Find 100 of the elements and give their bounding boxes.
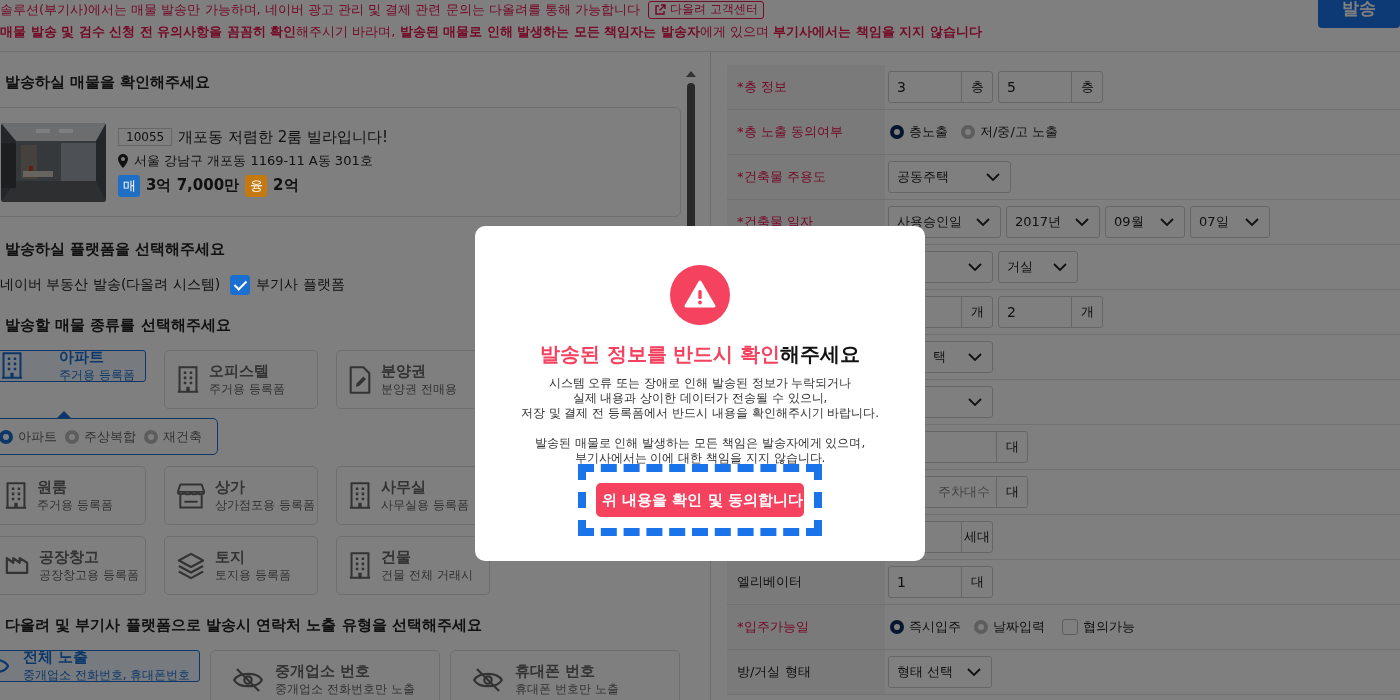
property-type-name: 아파트: [59, 348, 106, 367]
unit-label: 대: [996, 477, 1027, 507]
section-title: 발송할 매물 종류를 선택해주세요: [4, 315, 232, 335]
dialog-message: 시스템 오류 또는 장애로 인해 발송된 정보가 누락되거나 실제 내용과 상이한 데이터가 전송될 수 있으니, 저장 및 결제 전 등록폼에서 반드시 내용을 확인해주시기 바랍니다.: [520, 376, 880, 421]
price-tag: 융: [245, 174, 268, 197]
unit-label: 대: [996, 432, 1027, 462]
price-value: 2억: [273, 176, 299, 195]
property-type-card[interactable]: 공장창고 공장창고용 등록폼: [0, 536, 146, 595]
contact-option-card[interactable]: 전체 노출 중개업소 전화번호, 휴대폰번호: [0, 650, 200, 682]
property-type-name: 오피스텔: [209, 361, 270, 381]
number-field[interactable]: 1 대: [888, 566, 993, 598]
property-type-card[interactable]: 상가 상가점포용 등록폼: [164, 466, 318, 525]
property-type-card[interactable]: 건물 건물 전체 거래시: [336, 536, 490, 595]
select-dropdown[interactable]: 07일: [1190, 206, 1271, 238]
field-value: 1: [897, 574, 906, 590]
property-type-caption: 토지용 등록폼: [215, 566, 291, 584]
property-type-caption: 주거용 등록폼: [59, 367, 135, 384]
price-tag: 매: [118, 174, 140, 197]
section-title: 다올려 및 부기사 플랫폼으로 발송시 연락처 노출 유형을 선택해주세요: [4, 615, 483, 635]
form-label: *건축물 일자: [737, 213, 813, 231]
select-dropdown[interactable]: 2017년: [1006, 206, 1101, 238]
property-type-name: 공장창고: [39, 547, 100, 567]
property-type-caption: 상가점포용 등록폼: [215, 496, 315, 514]
section-title: 발송하실 매물을 확인해주세요: [4, 72, 212, 92]
listing-id: 10055: [118, 128, 173, 146]
radio-label: 재건축: [163, 427, 202, 446]
form-label: 방/거실 형태: [737, 663, 811, 681]
select-value: 2017년: [1015, 213, 1062, 231]
property-type-name: 상가: [215, 477, 246, 497]
property-type-card[interactable]: 오피스텔 주거용 등록폼: [164, 350, 318, 409]
select-value: 사용승인일: [897, 213, 962, 231]
contact-option-card[interactable]: 휴대폰 번호 휴대폰 번호만 노출: [450, 650, 680, 700]
contact-option-card[interactable]: 중개업소 번호 중개업소 전화번호만 노출: [210, 650, 440, 700]
property-type-caption: 공장창고용 등록폼: [39, 566, 139, 584]
field-value: 2: [1007, 304, 1016, 320]
form-label: *층 노출 동의여부: [737, 123, 843, 141]
listing-card[interactable]: 10055 개포동 저렴한 2룸 빌라입니다! 서울 강남구 개포동 1169-11 A동 301호 매 3억 7,000만 융 2억: [0, 107, 681, 217]
number-field[interactable]: 3 층: [888, 71, 993, 103]
select-dropdown[interactable]: 09월: [1105, 206, 1186, 238]
unit-label: 세대: [961, 522, 992, 552]
checkbox-label: 부기사 플랫폼: [256, 276, 345, 294]
contact-option-name: 휴대폰 번호: [515, 662, 597, 681]
property-type-caption: 분양권 전매용: [381, 380, 457, 398]
contact-option-caption: 중개업소 전화번호만 노출: [275, 681, 415, 698]
form-label: 엘리베이터: [737, 573, 802, 591]
customer-center-link[interactable]: 다올려 고객센터: [648, 0, 764, 19]
property-type-name: 건물: [381, 547, 412, 567]
send-button[interactable]: 발송: [1318, 0, 1400, 28]
field-value: 3: [897, 79, 906, 95]
number-field[interactable]: 2 개: [998, 296, 1103, 328]
property-type-caption: 주거용 등록폼: [209, 380, 285, 398]
property-type-name: 분양권: [381, 361, 427, 381]
field-value: 5: [1007, 79, 1016, 95]
notice-text: 매물 발송 및 검수 신청 전 유의사항을 꼼꼼히 확인해주시기 바라며, 발송된 매물로 인해 발생하는 모든 책임자는 발송자에게 있으며 부기사에서는 책임을 지지 않습니다: [0, 22, 982, 41]
form-label: *입주가능일: [737, 618, 809, 636]
unit-label: 대: [961, 567, 992, 597]
notice-text: 솔루션(부기사)에서는 매물 발송만 가능하며, 네이버 광고 관리 및 결제 관련 문의는 다올려를 통해 가능합니다: [0, 0, 640, 19]
property-type-name: 원룸: [37, 477, 68, 497]
property-type-name: 사무실: [381, 477, 427, 497]
select-dropdown[interactable]: 공동주택: [888, 161, 1011, 193]
dialog-title: 발송된 정보를 반드시 확인해주세요: [539, 341, 861, 368]
form-label: *건축물 주용도: [737, 168, 826, 186]
unit-label: 층: [961, 72, 992, 102]
select-value: 형태 선택: [897, 663, 954, 681]
property-type-card[interactable]: 아파트 주거용 등록폼: [0, 350, 146, 382]
agree-button[interactable]: 위 내용을 확인 및 동의합니다: [596, 483, 804, 517]
radio-label: 층노출: [909, 123, 948, 141]
unit-label: 개: [1071, 297, 1102, 327]
radio-label: 저/중/고 노출: [980, 123, 1058, 141]
listing-title: 개포동 저렴한 2룸 빌라입니다!: [178, 127, 389, 147]
select-value: 공동주택: [897, 168, 949, 186]
radio-label: 주상복합: [84, 427, 136, 446]
unit-label: 개: [961, 297, 992, 327]
checkbox-label: 네이버 부동산 발송(다올려 시스템): [0, 276, 221, 294]
number-field[interactable]: 5 층: [998, 71, 1103, 103]
property-type-card[interactable]: 원룸 주거용 등록폼: [0, 466, 146, 525]
select-dropdown[interactable]: 거실: [998, 251, 1078, 283]
unit-label: 층: [1071, 72, 1102, 102]
select-value: 택: [933, 348, 946, 366]
select-value: 09월: [1114, 213, 1144, 231]
property-type-caption: 건물 전체 거래시: [381, 566, 473, 584]
property-type-caption: 사무실용 등록폼: [381, 496, 469, 514]
contact-option-name: 중개업소 번호: [275, 662, 372, 681]
checkbox-label: 협의가능: [1083, 618, 1135, 636]
listing-address: 서울 강남구 개포동 1169-11 A동 301호: [134, 151, 373, 170]
contact-option-name: 전체 노출: [23, 648, 90, 667]
form-label: *층 정보: [737, 78, 787, 96]
field-placeholder: 주차대수: [938, 483, 990, 501]
price-value: 3억 7,000만: [146, 176, 240, 195]
contact-option-caption: 휴대폰 번호만 노출: [515, 681, 619, 698]
select-dropdown[interactable]: 형태 선택: [888, 656, 993, 688]
dialog-message: 발송된 매물로 인해 발생하는 모든 책임은 발송자에게 있으며, 부기사에서는 이에 대한 책임을 지지 않습니다.: [534, 436, 866, 466]
radio-label: 날짜입력: [993, 618, 1045, 636]
radio-label: 아파트: [18, 427, 57, 446]
property-type-card[interactable]: 토지 토지용 등록폼: [164, 536, 318, 595]
property-type-caption: 주거용 등록폼: [37, 496, 113, 514]
select-value: 07일: [1199, 213, 1229, 231]
radio-label: 즉시입주: [909, 618, 961, 636]
select-value: 거실: [1007, 258, 1033, 276]
property-type-name: 토지: [215, 547, 246, 567]
